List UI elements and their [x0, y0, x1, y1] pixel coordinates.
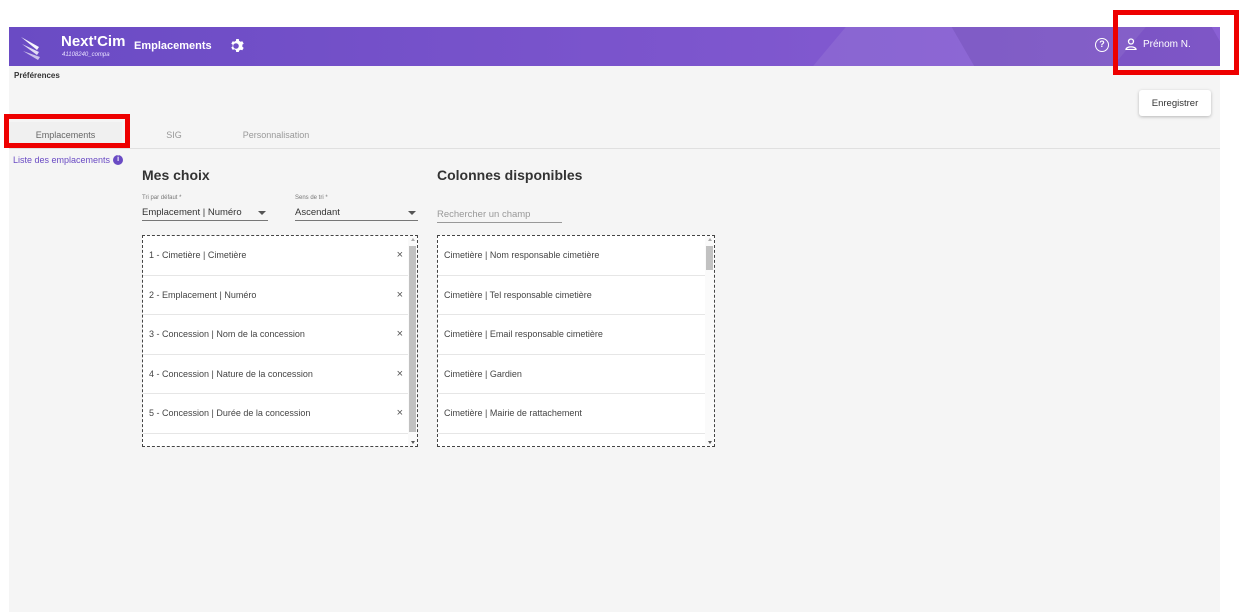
list-item[interactable]: Cimetière | Email responsable cimetière: [438, 315, 714, 355]
list-item[interactable]: Cimetière | Mairie de rattachement: [438, 394, 714, 434]
close-icon[interactable]: ×: [397, 249, 403, 261]
sort-default-label: Tri par défaut *: [142, 195, 182, 201]
brand-subtitle: 41108240_compa: [62, 52, 110, 58]
module-title[interactable]: Emplacements: [134, 40, 212, 52]
tab-bar: Emplacements SIG Personnalisation: [9, 122, 1220, 149]
app-logo-icon[interactable]: [19, 33, 45, 61]
list-item[interactable]: 2 - Emplacement | Numéro ×: [143, 276, 417, 315]
available-columns-title: Colonnes disponibles: [437, 167, 583, 183]
search-input[interactable]: [437, 207, 562, 223]
close-icon[interactable]: ×: [397, 289, 403, 301]
list-item[interactable]: Cimetière | Gardien: [438, 355, 714, 394]
sidebar-item-liste-emplacements[interactable]: Liste des emplacements i: [13, 155, 124, 165]
list-item[interactable]: 1 - Cimetière | Cimetière ×: [143, 236, 417, 276]
sort-direction-label: Sens de tri *: [295, 195, 328, 201]
info-icon[interactable]: i: [113, 155, 124, 165]
brand-name: Next'Cim: [61, 33, 126, 50]
scrollbar-thumb[interactable]: [409, 246, 416, 432]
list-item[interactable]: Cimetière | Tel responsable cimetière: [438, 276, 714, 315]
app-page: Next'Cim 41108240_compa Emplacements ? P…: [9, 27, 1220, 612]
list-item[interactable]: 5 - Concession | Durée de la concession …: [143, 394, 417, 434]
scrollbar-thumb[interactable]: [706, 246, 713, 270]
page-title: Préférences: [14, 71, 60, 80]
available-columns-list[interactable]: Cimetière | Nom responsable cimetière Ci…: [437, 235, 715, 447]
app-bar: Next'Cim 41108240_compa Emplacements ? P…: [9, 27, 1220, 66]
tab-personnalisation[interactable]: Personnalisation: [221, 122, 331, 148]
help-icon[interactable]: ?: [1095, 38, 1109, 52]
my-choices-title: Mes choix: [142, 167, 210, 183]
tab-sig[interactable]: SIG: [139, 122, 209, 148]
sort-direction-select[interactable]: Ascendant: [295, 207, 418, 221]
dropdown-arrow-icon: [258, 211, 266, 215]
close-icon[interactable]: ×: [397, 328, 403, 340]
scrollbar[interactable]: [408, 236, 417, 446]
sidebar-item-label: Liste des emplacements: [13, 155, 111, 165]
save-button[interactable]: Enregistrer: [1139, 90, 1211, 116]
highlight-box-user: [1113, 10, 1239, 75]
list-item[interactable]: Cimetière | Nom responsable cimetière: [438, 236, 714, 276]
close-icon[interactable]: ×: [397, 407, 403, 419]
list-item[interactable]: 3 - Concession | Nom de la concession ×: [143, 315, 417, 355]
list-item[interactable]: 4 - Concession | Nature de la concession…: [143, 355, 417, 394]
sort-default-select[interactable]: Emplacement | Numéro: [142, 207, 268, 221]
highlight-box-tab: [4, 114, 130, 148]
dropdown-arrow-icon: [408, 211, 416, 215]
selected-columns-list[interactable]: 1 - Cimetière | Cimetière × 2 - Emplacem…: [142, 235, 418, 447]
sort-direction-value: Ascendant: [295, 207, 340, 218]
close-icon[interactable]: ×: [397, 368, 403, 380]
scrollbar[interactable]: [705, 236, 714, 446]
gear-icon[interactable]: [228, 38, 244, 54]
sort-default-value: Emplacement | Numéro: [142, 207, 242, 218]
